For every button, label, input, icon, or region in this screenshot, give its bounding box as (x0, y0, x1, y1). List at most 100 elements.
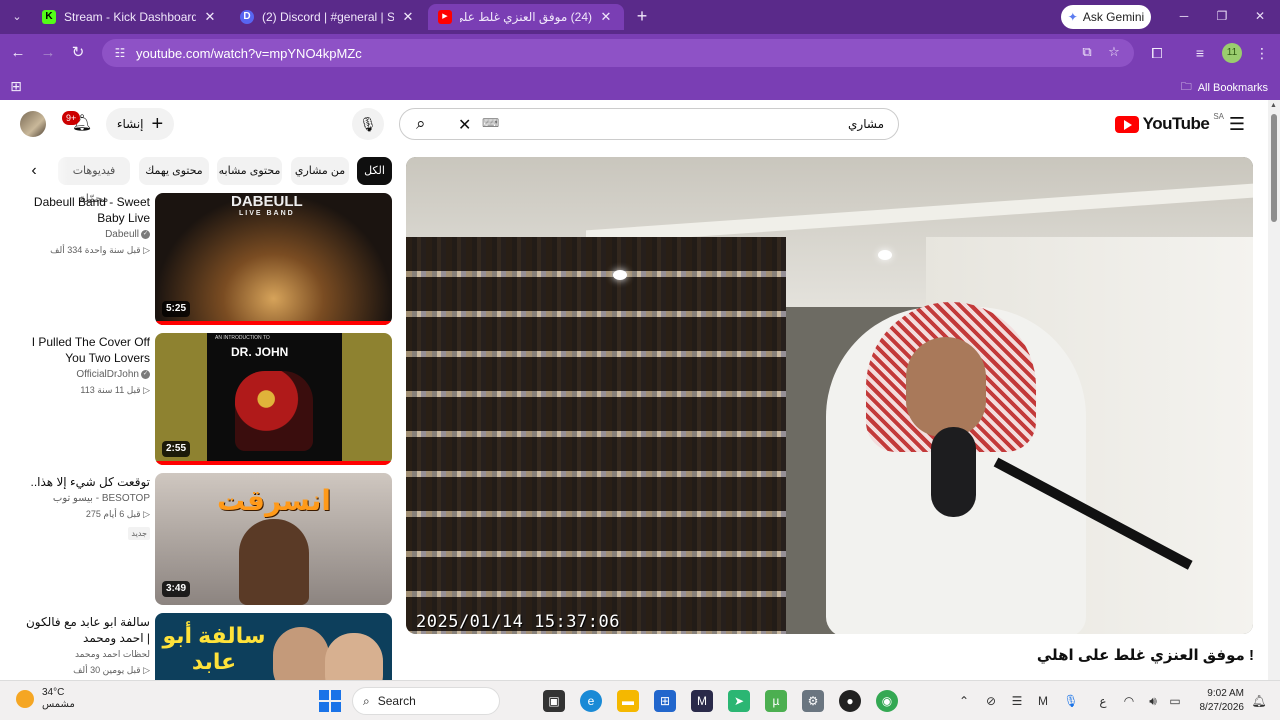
chip-all[interactable]: الكل (357, 157, 392, 185)
channel-name[interactable]: OfficialDrJohn ✓ (22, 369, 150, 380)
bookmarks-bar: ⊞ 🗀 All Bookmarks (0, 72, 1280, 100)
mic-tray-icon[interactable]: 🎙︎ (1062, 692, 1080, 710)
wifi-icon[interactable]: ◠ (1120, 692, 1138, 710)
extensions-puzzle-icon[interactable]: ⧠ (1147, 43, 1167, 63)
search-icon[interactable]: ⌕ (416, 114, 426, 134)
video-player[interactable]: 2025/01/14 15:37:06 (406, 157, 1253, 634)
video-thumbnail[interactable]: DABEULL LIVE BAND 5:25 (155, 193, 392, 325)
recommendation-item[interactable]: DABEULL LIVE BAND 5:25 Dabeull Band - Swe… (20, 193, 395, 327)
chip-for-you[interactable]: محتوى يهمك (139, 157, 209, 185)
channel-name[interactable]: بيسو توب - BESOTOP (22, 493, 150, 504)
tab-close-icon[interactable]: ✕ (400, 9, 416, 25)
tray-app-icon[interactable]: M (1034, 692, 1052, 710)
keyboard-icon[interactable]: ⌨ (482, 116, 499, 130)
taskbar-search[interactable]: ⌕ Search (352, 687, 500, 715)
account-avatar[interactable] (20, 111, 46, 137)
apps-grid-icon[interactable]: ⊞ (8, 78, 24, 94)
minimize-icon[interactable]: ─ (1170, 6, 1198, 26)
weather-widget[interactable]: 34°C مشمس (16, 687, 75, 711)
obs-icon[interactable]: ● (839, 690, 861, 712)
tab-search-chevron-icon[interactable]: ⌄ (8, 8, 26, 26)
video-title[interactable]: توقعت كل شيء إلا هذا.. (22, 474, 151, 490)
video-title[interactable]: I Pulled The Cover Off You Two Lovers (22, 334, 150, 366)
channel-name[interactable]: Dabeull ✓ (22, 229, 150, 240)
settings-gear-icon[interactable]: ⚙ (802, 690, 824, 712)
album-art: AN INTRODUCTION TO DR. JOHN (207, 333, 342, 465)
chip-similar-content[interactable]: محتوى مشابه (217, 157, 282, 185)
site-info-icon[interactable]: ☷ (108, 46, 132, 60)
recommendation-item[interactable]: انسرقت 3:49 توقعت كل شيء إلا هذا.. بيسو … (20, 473, 395, 607)
app-arrow-icon[interactable]: ➤ (728, 690, 750, 712)
verified-check-icon: ✓ (141, 229, 150, 239)
file-explorer-icon[interactable]: ▬ (617, 690, 639, 712)
clear-search-icon[interactable]: ✕ (458, 115, 471, 135)
video-title[interactable]: Dabeull Band - Sweet Baby Live (22, 194, 150, 226)
volume-icon[interactable]: 🔊︎ (1144, 692, 1162, 710)
views-play-icon: ▷ (143, 665, 150, 675)
windows-start-icon[interactable] (319, 690, 341, 712)
all-bookmarks-button[interactable]: 🗀 All Bookmarks (1181, 78, 1268, 97)
utorrent-icon[interactable]: µ (765, 690, 787, 712)
recommendation-item[interactable]: سالفة أبو عابد سالفة ابو عابد مع فالكون … (20, 613, 395, 680)
page-scrollbar[interactable]: ▲ (1268, 100, 1280, 680)
kebab-menu-icon[interactable]: ⋮ (1252, 43, 1272, 63)
create-label: إنشاء (116, 117, 144, 131)
store-icon[interactable]: ⊞ (654, 690, 676, 712)
tray-chevron-up-icon[interactable]: ⌃ (955, 692, 973, 710)
chip-from-channel[interactable]: من مشاري (291, 157, 349, 185)
channel-name[interactable]: لحظات احمد ومحمد (22, 649, 150, 660)
discord-favicon-icon: D (240, 10, 254, 24)
tab-kick-dashboard[interactable]: K Stream - Kick Dashboard ✕ (32, 4, 228, 30)
new-badge: جديد (128, 527, 150, 540)
tab-title: (2) Discord | #general | Super F (262, 10, 394, 24)
clock-date: 8/27/2026 (1199, 702, 1245, 713)
media-queue-icon[interactable]: ≡ (1190, 43, 1210, 63)
address-bar[interactable]: ☷ youtube.com/watch?v=mpYNO4kpMZc (102, 39, 1134, 67)
window-close-icon[interactable]: ✕ (1246, 6, 1274, 26)
task-view-icon[interactable]: ▣ (543, 690, 565, 712)
url-text: youtube.com/watch?v=mpYNO4kpMZc (136, 45, 362, 61)
bookmark-star-icon[interactable]: ☆ (1105, 43, 1123, 61)
tray-app-icon[interactable]: ☰ (1008, 692, 1026, 710)
video-thumbnail[interactable]: انسرقت 3:49 (155, 473, 392, 605)
all-bookmarks-label: All Bookmarks (1197, 81, 1268, 94)
new-tab-plus-icon[interactable]: + (632, 6, 652, 26)
tab-discord[interactable]: D (2) Discord | #general | Super F ✕ (230, 4, 426, 30)
create-button[interactable]: إنشاء + (106, 108, 174, 140)
youtube-play-icon (1114, 115, 1139, 133)
voice-search-mic-icon[interactable]: 🎙︎ (352, 108, 384, 140)
video-title[interactable]: سالفة ابو عابد مع فالكون | احمد ومحمد (22, 614, 150, 646)
hamburger-menu-icon[interactable]: ☰ (1226, 114, 1248, 134)
back-arrow-icon[interactable]: ← (8, 43, 28, 63)
clock[interactable]: 9:02 AM 8/27/2026 (1188, 687, 1245, 715)
forward-arrow-icon[interactable]: → (38, 43, 58, 63)
ask-gemini-button[interactable]: ✦ Ask Gemini (1061, 5, 1151, 29)
thumbnail-headline: سالفة أبو عابد (162, 623, 266, 674)
recommendation-item[interactable]: AN INTRODUCTION TO DR. JOHN 2:55 I Pulle… (20, 333, 395, 467)
profile-avatar[interactable]: 11 (1222, 43, 1242, 63)
notification-center-icon[interactable]: 🔔︎ (1250, 692, 1268, 710)
scroll-up-icon[interactable]: ▲ (1270, 102, 1277, 109)
browser-tab-strip: ⌄ K Stream - Kick Dashboard ✕ D (2) Disc… (0, 0, 1280, 34)
input-language[interactable]: ع (1094, 692, 1112, 710)
video-thumbnail[interactable]: سالفة أبو عابد (155, 613, 392, 680)
search-input[interactable]: ⌕ ✕ ⌨ مشاري (399, 108, 899, 140)
tab-close-icon[interactable]: ✕ (202, 9, 218, 25)
cast-install-icon[interactable]: ⧉ (1078, 43, 1096, 61)
tab-youtube-video[interactable]: ▶ (24) موفق العنزي غلط على اهلي ✕ (428, 4, 624, 30)
battery-icon[interactable]: ▭ (1166, 692, 1184, 710)
video-thumbnail[interactable]: AN INTRODUCTION TO DR. JOHN 2:55 (155, 333, 392, 465)
scrollbar-thumb[interactable] (1271, 114, 1277, 222)
edge-icon[interactable]: e (580, 690, 602, 712)
chrome-icon[interactable]: ◉ (876, 690, 898, 712)
tray-app-icon[interactable]: ⊘ (982, 692, 1000, 710)
app-m-icon[interactable]: M (691, 690, 713, 712)
maximize-icon[interactable]: ❐ (1208, 6, 1236, 26)
reload-icon[interactable]: ↻ (68, 43, 88, 63)
chips-fade (44, 157, 68, 185)
chip-downloaded-videos[interactable]: فيديوهات محمّلة (58, 157, 130, 205)
youtube-logo[interactable]: YouTube SA (1114, 112, 1224, 134)
tab-close-icon[interactable]: ✕ (598, 9, 614, 25)
temperature: 34°C (42, 687, 65, 698)
chevron-left-icon[interactable]: ‹ (24, 161, 44, 181)
